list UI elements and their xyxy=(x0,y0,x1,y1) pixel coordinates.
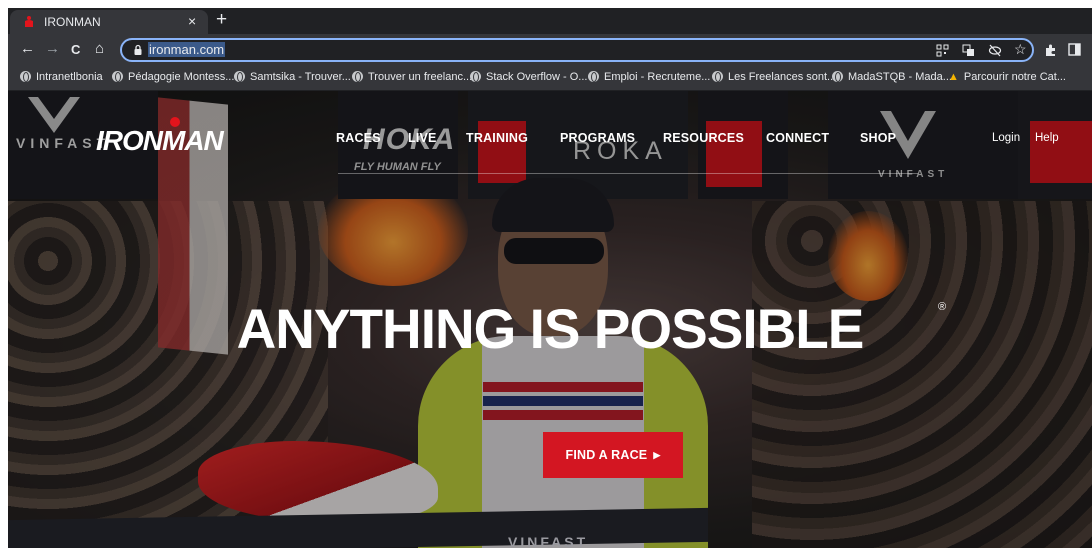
globe-icon xyxy=(234,71,245,82)
nav-races[interactable]: RACES xyxy=(336,131,381,145)
globe-icon xyxy=(352,71,363,82)
bookmark-item[interactable]: MadaSTQB - Mada... xyxy=(832,71,952,83)
nav-live[interactable]: LIVE xyxy=(408,131,437,145)
help-link[interactable]: Help xyxy=(1035,132,1059,144)
star-icon[interactable]: ☆ xyxy=(1014,41,1027,58)
ironman-logo[interactable]: IRONMAN xyxy=(96,125,224,157)
back-button[interactable]: ← xyxy=(20,40,35,57)
nav-programs[interactable]: PROGRAMS xyxy=(560,131,635,145)
qr-icon[interactable] xyxy=(936,44,949,57)
reload-button[interactable]: C xyxy=(71,42,80,57)
bookmark-item[interactable]: Samtsika - Trouver... xyxy=(234,71,351,83)
eye-off-icon[interactable] xyxy=(988,44,1002,57)
hero-title: ANYTHING IS POSSIBLE xyxy=(236,297,865,360)
nav-resources[interactable]: RESOURCES xyxy=(663,131,744,145)
globe-icon xyxy=(832,71,843,82)
globe-icon xyxy=(470,71,481,82)
globe-icon xyxy=(112,71,123,82)
globe-icon xyxy=(20,71,31,82)
globe-icon xyxy=(712,71,723,82)
bookmark-item[interactable]: Trouver un freelanc... xyxy=(352,71,472,83)
tab-ironman[interactable]: IRONMAN × xyxy=(10,10,208,34)
play-arrow-icon: ▶ xyxy=(653,449,661,460)
url-text[interactable]: ironman.com xyxy=(148,42,226,57)
bookmark-item[interactable]: Stack Overflow - O... xyxy=(470,71,587,83)
browser-toolbar: ← → C ⌂ ironman.com ☆ xyxy=(8,34,1092,68)
sponsor-vinfast-bottom: VINFAST xyxy=(508,534,589,548)
browser-window: IRONMAN × + ← → C ⌂ ironman.com ☆ Intran… xyxy=(8,8,1092,548)
nav-connect[interactable]: CONNECT xyxy=(766,131,829,145)
lock-icon[interactable] xyxy=(132,44,144,56)
ironman-mdot-icon xyxy=(170,117,180,127)
globe-icon xyxy=(588,71,599,82)
tab-close-icon[interactable]: × xyxy=(188,13,196,29)
catalog-icon: ▲ xyxy=(948,71,959,83)
bookmarks-bar: Intranetlbonia Pédagogie Montess... Samt… xyxy=(8,68,1092,91)
find-a-race-label: FIND A RACE xyxy=(565,448,648,462)
nav-divider xyxy=(338,173,918,174)
bookmark-item[interactable]: Les Freelances sont... xyxy=(712,71,836,83)
extensions-icon[interactable] xyxy=(1044,43,1058,57)
sidepanel-icon[interactable] xyxy=(1068,43,1081,56)
find-a-race-button[interactable]: FIND A RACE ▶ xyxy=(543,432,683,478)
bookmark-item[interactable]: ▲ Parcourir notre Cat... xyxy=(948,71,1066,83)
tab-title: IRONMAN xyxy=(44,15,101,29)
nav-training[interactable]: TRAINING xyxy=(466,131,528,145)
ironman-favicon-icon xyxy=(25,16,33,27)
home-button[interactable]: ⌂ xyxy=(95,40,104,57)
nav-shop[interactable]: SHOP xyxy=(860,131,896,145)
translate-icon[interactable] xyxy=(962,44,975,57)
registered-mark: ® xyxy=(938,301,947,313)
address-bar[interactable]: ironman.com ☆ xyxy=(120,38,1034,62)
bookmark-item[interactable]: Pédagogie Montess... xyxy=(112,71,234,83)
bookmark-item[interactable]: Intranetlbonia xyxy=(20,71,103,83)
new-tab-button[interactable]: + xyxy=(216,9,227,31)
forward-button[interactable]: → xyxy=(45,40,60,57)
tab-strip: IRONMAN × + xyxy=(8,8,1092,34)
bookmark-item[interactable]: Emploi - Recruteme... xyxy=(588,71,710,83)
ironman-homepage: VINFAST HOKA FLY HUMAN FLY ROKA VINFAST xyxy=(8,91,1092,548)
login-link[interactable]: Login xyxy=(992,132,1020,144)
